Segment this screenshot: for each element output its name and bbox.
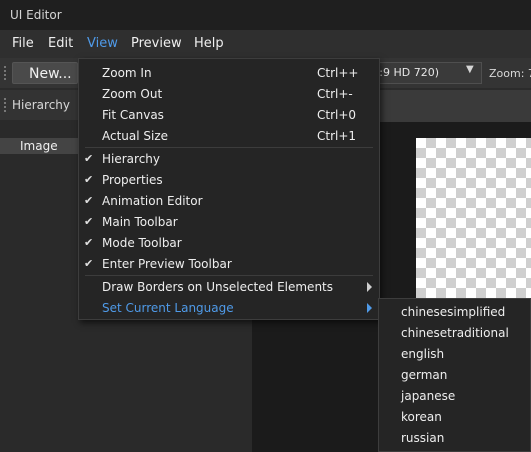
chevron-down-icon[interactable]: ▼ xyxy=(466,64,474,75)
canvas-transparent-preview xyxy=(416,138,531,298)
menu-item-label: Zoom Out xyxy=(102,87,163,101)
checkmark-icon: ✔ xyxy=(84,173,94,186)
toolbar-grip[interactable] xyxy=(4,66,8,80)
menu-bar: File Edit View Preview Help xyxy=(0,30,531,58)
menu-item-label: Zoom In xyxy=(102,66,152,80)
zoom-label: Zoom: 7 xyxy=(489,67,531,80)
language-item-japanese[interactable]: japanese xyxy=(401,389,455,403)
menu-item-shortcut: Ctrl+0 xyxy=(317,108,357,122)
menu-item-fit-canvas[interactable]: Fit Canvas Ctrl+0 xyxy=(79,105,379,126)
language-item-german[interactable]: german xyxy=(401,368,447,382)
menu-edit[interactable]: Edit xyxy=(48,36,73,51)
submenu-arrow-icon xyxy=(367,282,372,292)
menu-separator xyxy=(85,275,373,276)
hierarchy-grip[interactable] xyxy=(4,98,8,112)
checkmark-icon: ✔ xyxy=(84,236,94,249)
menu-item-set-current-language[interactable]: Set Current Language xyxy=(79,298,379,319)
language-submenu: chinesesimplified chinesetraditional eng… xyxy=(378,298,531,452)
menu-item-label: Set Current Language xyxy=(102,301,234,315)
checkmark-icon: ✔ xyxy=(84,215,94,228)
view-menu-dropdown: Zoom In Ctrl++ Zoom Out Ctrl+- Fit Canva… xyxy=(78,58,380,320)
menu-item-main-toolbar[interactable]: ✔ Main Toolbar xyxy=(79,212,379,233)
submenu-arrow-icon xyxy=(367,303,372,313)
menu-preview[interactable]: Preview xyxy=(131,36,182,51)
menu-separator xyxy=(85,147,373,148)
window-title: UI Editor xyxy=(10,8,62,22)
language-item-chinesesimplified[interactable]: chinesesimplified xyxy=(401,305,505,319)
language-item-chinesetraditional[interactable]: chinesetraditional xyxy=(401,326,509,340)
menu-item-mode-toolbar[interactable]: ✔ Mode Toolbar xyxy=(79,233,379,254)
menu-item-animation-editor[interactable]: ✔ Animation Editor xyxy=(79,191,379,212)
language-item-russian[interactable]: russian xyxy=(401,431,444,445)
menu-item-label: Draw Borders on Unselected Elements xyxy=(102,280,334,294)
menu-item-label: Actual Size xyxy=(102,129,169,143)
menu-item-properties[interactable]: ✔ Properties xyxy=(79,170,379,191)
checkmark-icon: ✔ xyxy=(84,257,94,270)
menu-view[interactable]: View xyxy=(87,36,118,51)
menu-help[interactable]: Help xyxy=(194,36,224,51)
menu-item-label: Properties xyxy=(102,173,163,187)
menu-item-shortcut: Ctrl++ xyxy=(317,66,359,80)
menu-item-shortcut: Ctrl+- xyxy=(317,87,353,101)
language-item-korean[interactable]: korean xyxy=(401,410,442,424)
menu-item-zoom-out[interactable]: Zoom Out Ctrl+- xyxy=(79,84,379,105)
checkmark-icon: ✔ xyxy=(84,152,94,165)
menu-item-draw-borders[interactable]: Draw Borders on Unselected Elements xyxy=(79,277,379,298)
menu-file[interactable]: File xyxy=(12,36,34,51)
menu-item-zoom-in[interactable]: Zoom In Ctrl++ xyxy=(79,63,379,84)
hierarchy-title: Hierarchy xyxy=(12,98,71,112)
hierarchy-item-label: Image xyxy=(20,139,58,153)
menu-item-label: Enter Preview Toolbar xyxy=(102,257,232,271)
menu-item-actual-size[interactable]: Actual Size Ctrl+1 xyxy=(79,126,379,147)
menu-item-label: Animation Editor xyxy=(102,194,203,208)
menu-item-label: Main Toolbar xyxy=(102,215,178,229)
title-bar xyxy=(0,0,531,30)
menu-item-shortcut: Ctrl+1 xyxy=(317,129,357,143)
menu-item-label: Hierarchy xyxy=(102,152,161,166)
menu-item-label: Fit Canvas xyxy=(102,108,164,122)
menu-item-hierarchy[interactable]: ✔ Hierarchy xyxy=(79,149,379,170)
checkmark-icon: ✔ xyxy=(84,194,94,207)
menu-item-label: Mode Toolbar xyxy=(102,236,182,250)
menu-item-enter-preview-toolbar[interactable]: ✔ Enter Preview Toolbar xyxy=(79,254,379,275)
new-button[interactable]: New... xyxy=(12,62,78,84)
language-item-english[interactable]: english xyxy=(401,347,444,361)
